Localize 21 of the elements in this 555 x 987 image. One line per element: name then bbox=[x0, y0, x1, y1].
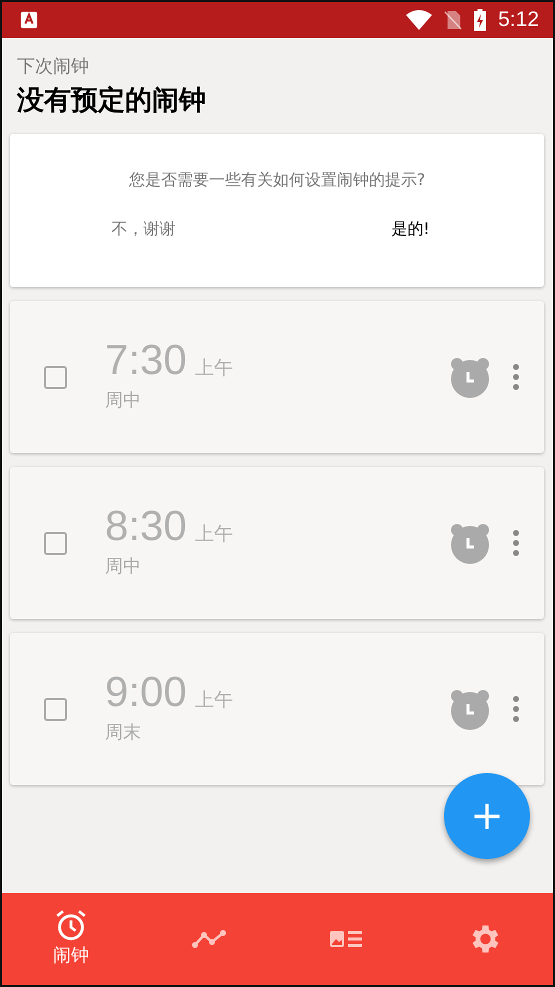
decline-button[interactable]: 不，谢谢 bbox=[10, 211, 277, 248]
alarm-time: 7:30 bbox=[105, 336, 187, 384]
add-button[interactable]: + bbox=[444, 773, 530, 859]
alarm-period: 上午 bbox=[194, 688, 233, 713]
alarm-days: 周中 bbox=[105, 388, 450, 412]
hint-question: 您是否需要一些有关如何设置闹钟的提示? bbox=[128, 170, 426, 191]
nav-tab-label: 闹钟 bbox=[52, 944, 89, 967]
status-time: 5:12 bbox=[498, 8, 539, 32]
alarm-time: 8:30 bbox=[105, 502, 187, 550]
alarm-card[interactable]: 8:30 上午 周中 bbox=[10, 467, 544, 619]
alarm-period: 上午 bbox=[194, 522, 233, 547]
alarm-days: 周中 bbox=[105, 554, 450, 578]
no-alarm-title: 没有预定的闹钟 bbox=[17, 84, 207, 118]
alarm-period: 上午 bbox=[194, 356, 233, 381]
alarm-time: 9:00 bbox=[105, 668, 187, 716]
accept-button[interactable]: 是的! bbox=[277, 211, 544, 248]
nav-tab[interactable]: 闹钟 bbox=[2, 893, 140, 985]
alarm-card[interactable]: 7:30 上午 周中 bbox=[10, 301, 544, 453]
alarm-card[interactable]: 9:00 上午 周末 bbox=[10, 633, 544, 785]
alarm-days: 周末 bbox=[105, 720, 450, 744]
next-alarm-label: 下次闹钟 bbox=[17, 56, 90, 78]
